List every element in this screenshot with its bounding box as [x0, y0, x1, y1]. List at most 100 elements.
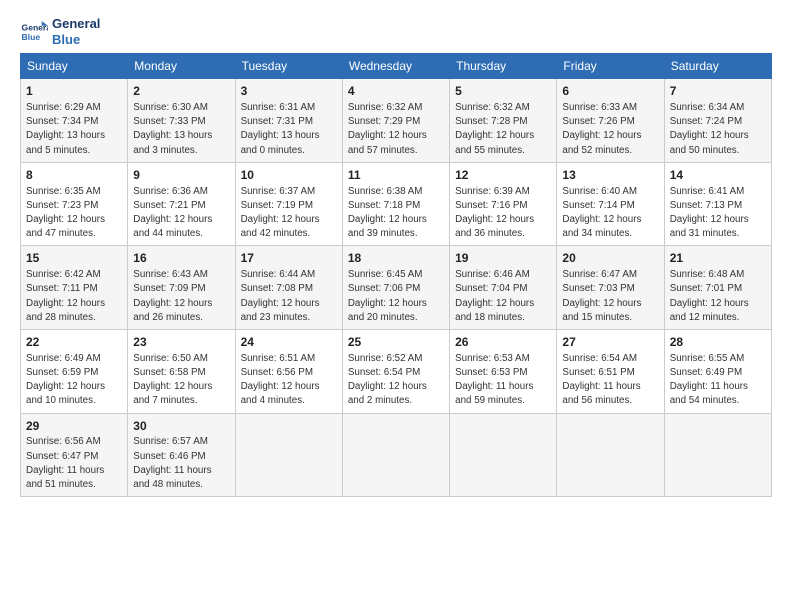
day-number: 15	[26, 250, 122, 267]
col-header-saturday: Saturday	[664, 54, 771, 79]
calendar-cell: 12Sunrise: 6:39 AMSunset: 7:16 PMDayligh…	[450, 162, 557, 246]
day-number: 29	[26, 418, 122, 435]
calendar-cell: 2Sunrise: 6:30 AMSunset: 7:33 PMDaylight…	[128, 79, 235, 163]
day-detail: Sunrise: 6:32 AMSunset: 7:28 PMDaylight:…	[455, 101, 551, 158]
day-detail: Sunrise: 6:35 AMSunset: 7:23 PMDaylight:…	[26, 185, 122, 242]
header: General Blue General Blue	[20, 16, 772, 47]
day-detail: Sunrise: 6:31 AMSunset: 7:31 PMDaylight:…	[241, 101, 337, 158]
svg-text:Blue: Blue	[22, 31, 41, 41]
day-number: 28	[670, 334, 766, 351]
calendar-cell: 10Sunrise: 6:37 AMSunset: 7:19 PMDayligh…	[235, 162, 342, 246]
day-number: 17	[241, 250, 337, 267]
day-detail: Sunrise: 6:30 AMSunset: 7:33 PMDaylight:…	[133, 101, 229, 158]
day-detail: Sunrise: 6:38 AMSunset: 7:18 PMDaylight:…	[348, 185, 444, 242]
week-row-2: 8Sunrise: 6:35 AMSunset: 7:23 PMDaylight…	[21, 162, 772, 246]
day-detail: Sunrise: 6:34 AMSunset: 7:24 PMDaylight:…	[670, 101, 766, 158]
calendar-cell: 27Sunrise: 6:54 AMSunset: 6:51 PMDayligh…	[557, 330, 664, 414]
col-header-monday: Monday	[128, 54, 235, 79]
calendar-cell: 20Sunrise: 6:47 AMSunset: 7:03 PMDayligh…	[557, 246, 664, 330]
day-detail: Sunrise: 6:55 AMSunset: 6:49 PMDaylight:…	[670, 352, 766, 409]
calendar-cell: 16Sunrise: 6:43 AMSunset: 7:09 PMDayligh…	[128, 246, 235, 330]
calendar-cell: 7Sunrise: 6:34 AMSunset: 7:24 PMDaylight…	[664, 79, 771, 163]
day-detail: Sunrise: 6:29 AMSunset: 7:34 PMDaylight:…	[26, 101, 122, 158]
day-number: 20	[562, 250, 658, 267]
col-header-friday: Friday	[557, 54, 664, 79]
week-row-3: 15Sunrise: 6:42 AMSunset: 7:11 PMDayligh…	[21, 246, 772, 330]
day-detail: Sunrise: 6:56 AMSunset: 6:47 PMDaylight:…	[26, 435, 122, 492]
calendar-cell: 24Sunrise: 6:51 AMSunset: 6:56 PMDayligh…	[235, 330, 342, 414]
day-detail: Sunrise: 6:57 AMSunset: 6:46 PMDaylight:…	[133, 435, 229, 492]
calendar-header-row: SundayMondayTuesdayWednesdayThursdayFrid…	[21, 54, 772, 79]
calendar-cell: 4Sunrise: 6:32 AMSunset: 7:29 PMDaylight…	[342, 79, 449, 163]
day-number: 4	[348, 83, 444, 100]
calendar-cell	[235, 413, 342, 497]
day-detail: Sunrise: 6:36 AMSunset: 7:21 PMDaylight:…	[133, 185, 229, 242]
day-detail: Sunrise: 6:40 AMSunset: 7:14 PMDaylight:…	[562, 185, 658, 242]
day-number: 2	[133, 83, 229, 100]
calendar-cell: 22Sunrise: 6:49 AMSunset: 6:59 PMDayligh…	[21, 330, 128, 414]
day-number: 13	[562, 167, 658, 184]
day-detail: Sunrise: 6:41 AMSunset: 7:13 PMDaylight:…	[670, 185, 766, 242]
logo: General Blue General Blue	[20, 16, 100, 47]
day-detail: Sunrise: 6:46 AMSunset: 7:04 PMDaylight:…	[455, 268, 551, 325]
calendar-cell: 8Sunrise: 6:35 AMSunset: 7:23 PMDaylight…	[21, 162, 128, 246]
day-detail: Sunrise: 6:43 AMSunset: 7:09 PMDaylight:…	[133, 268, 229, 325]
calendar-cell: 19Sunrise: 6:46 AMSunset: 7:04 PMDayligh…	[450, 246, 557, 330]
day-number: 5	[455, 83, 551, 100]
calendar-cell: 1Sunrise: 6:29 AMSunset: 7:34 PMDaylight…	[21, 79, 128, 163]
day-number: 30	[133, 418, 229, 435]
logo-icon: General Blue	[20, 18, 48, 46]
day-number: 25	[348, 334, 444, 351]
day-number: 8	[26, 167, 122, 184]
page: General Blue General Blue SundayMondayTu…	[0, 0, 792, 507]
calendar-table: SundayMondayTuesdayWednesdayThursdayFrid…	[20, 53, 772, 497]
calendar-cell: 26Sunrise: 6:53 AMSunset: 6:53 PMDayligh…	[450, 330, 557, 414]
day-detail: Sunrise: 6:33 AMSunset: 7:26 PMDaylight:…	[562, 101, 658, 158]
day-number: 11	[348, 167, 444, 184]
day-detail: Sunrise: 6:39 AMSunset: 7:16 PMDaylight:…	[455, 185, 551, 242]
col-header-thursday: Thursday	[450, 54, 557, 79]
col-header-tuesday: Tuesday	[235, 54, 342, 79]
calendar-cell	[557, 413, 664, 497]
day-detail: Sunrise: 6:51 AMSunset: 6:56 PMDaylight:…	[241, 352, 337, 409]
day-number: 21	[670, 250, 766, 267]
col-header-wednesday: Wednesday	[342, 54, 449, 79]
calendar-cell: 30Sunrise: 6:57 AMSunset: 6:46 PMDayligh…	[128, 413, 235, 497]
calendar-cell: 23Sunrise: 6:50 AMSunset: 6:58 PMDayligh…	[128, 330, 235, 414]
day-detail: Sunrise: 6:54 AMSunset: 6:51 PMDaylight:…	[562, 352, 658, 409]
calendar-cell: 17Sunrise: 6:44 AMSunset: 7:08 PMDayligh…	[235, 246, 342, 330]
day-detail: Sunrise: 6:53 AMSunset: 6:53 PMDaylight:…	[455, 352, 551, 409]
calendar-cell	[664, 413, 771, 497]
calendar-cell: 3Sunrise: 6:31 AMSunset: 7:31 PMDaylight…	[235, 79, 342, 163]
week-row-1: 1Sunrise: 6:29 AMSunset: 7:34 PMDaylight…	[21, 79, 772, 163]
calendar-cell	[450, 413, 557, 497]
calendar-cell: 6Sunrise: 6:33 AMSunset: 7:26 PMDaylight…	[557, 79, 664, 163]
week-row-5: 29Sunrise: 6:56 AMSunset: 6:47 PMDayligh…	[21, 413, 772, 497]
calendar-cell: 14Sunrise: 6:41 AMSunset: 7:13 PMDayligh…	[664, 162, 771, 246]
day-number: 23	[133, 334, 229, 351]
calendar-cell: 15Sunrise: 6:42 AMSunset: 7:11 PMDayligh…	[21, 246, 128, 330]
day-number: 24	[241, 334, 337, 351]
day-number: 3	[241, 83, 337, 100]
calendar-cell: 25Sunrise: 6:52 AMSunset: 6:54 PMDayligh…	[342, 330, 449, 414]
day-detail: Sunrise: 6:48 AMSunset: 7:01 PMDaylight:…	[670, 268, 766, 325]
calendar-cell: 18Sunrise: 6:45 AMSunset: 7:06 PMDayligh…	[342, 246, 449, 330]
day-detail: Sunrise: 6:45 AMSunset: 7:06 PMDaylight:…	[348, 268, 444, 325]
day-number: 1	[26, 83, 122, 100]
day-number: 6	[562, 83, 658, 100]
day-detail: Sunrise: 6:49 AMSunset: 6:59 PMDaylight:…	[26, 352, 122, 409]
calendar-cell: 9Sunrise: 6:36 AMSunset: 7:21 PMDaylight…	[128, 162, 235, 246]
day-detail: Sunrise: 6:32 AMSunset: 7:29 PMDaylight:…	[348, 101, 444, 158]
col-header-sunday: Sunday	[21, 54, 128, 79]
day-number: 9	[133, 167, 229, 184]
day-number: 12	[455, 167, 551, 184]
day-detail: Sunrise: 6:47 AMSunset: 7:03 PMDaylight:…	[562, 268, 658, 325]
day-number: 26	[455, 334, 551, 351]
day-number: 19	[455, 250, 551, 267]
calendar-cell: 29Sunrise: 6:56 AMSunset: 6:47 PMDayligh…	[21, 413, 128, 497]
logo-text-blue: Blue	[52, 32, 100, 48]
day-detail: Sunrise: 6:50 AMSunset: 6:58 PMDaylight:…	[133, 352, 229, 409]
day-detail: Sunrise: 6:52 AMSunset: 6:54 PMDaylight:…	[348, 352, 444, 409]
calendar-cell: 13Sunrise: 6:40 AMSunset: 7:14 PMDayligh…	[557, 162, 664, 246]
day-number: 7	[670, 83, 766, 100]
